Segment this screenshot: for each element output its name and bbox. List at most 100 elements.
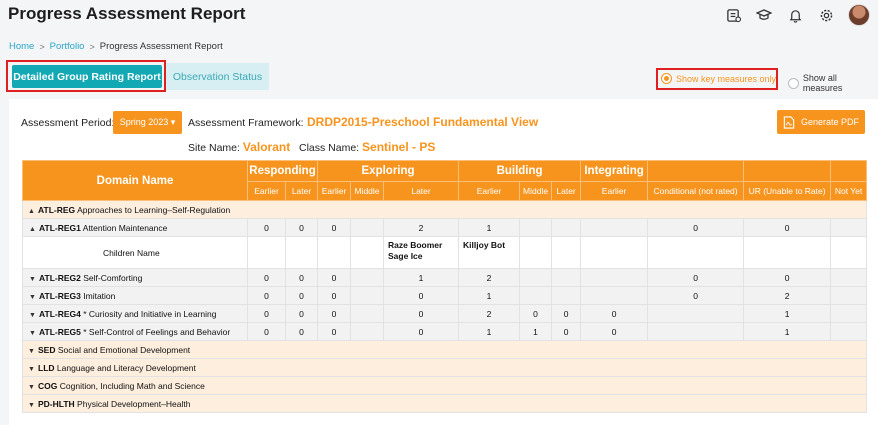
graduation-cap-icon[interactable] — [755, 6, 773, 24]
measure-name-cell[interactable]: ▼ ATL-REG5 * Self-Control of Feelings and… — [22, 322, 248, 341]
breadcrumb-portfolio[interactable]: Portfolio — [50, 41, 85, 52]
rating-cell: 1 — [383, 268, 460, 287]
breadcrumb-home[interactable]: Home — [9, 41, 34, 52]
tab-observation-status[interactable]: Observation Status — [166, 63, 269, 90]
measure-name-cell[interactable]: ▼ ATL-REG2 Self-Comforting — [22, 268, 248, 287]
sub-header: Earlier — [580, 181, 649, 201]
caret-down-icon[interactable]: ▼ — [29, 312, 39, 319]
assessment-framework-label: Assessment Framework: — [188, 117, 304, 129]
measure-name-cell[interactable]: ▼ ATL-REG3 Imitation — [22, 286, 248, 305]
domain-code: ATL-REG — [38, 204, 76, 215]
empty-cell — [519, 236, 553, 269]
rating-cell: 0 — [551, 322, 582, 341]
rating-cell: 1 — [743, 322, 832, 341]
rating-cell — [519, 268, 553, 287]
rating-cell: 1 — [743, 304, 832, 323]
measure-name-cell[interactable]: ▲ ATL-REG1 Attention Maintenance — [22, 218, 248, 237]
measure-title: * Curiosity and Initiative in Learning — [83, 308, 217, 319]
caret-down-icon[interactable]: ▼ — [28, 384, 38, 391]
rating-cell — [647, 322, 745, 341]
domain-cell[interactable]: ▼ SED Social and Emotional Development — [21, 340, 868, 359]
pdf-icon — [783, 115, 795, 129]
domain-cell[interactable]: ▼ LLD Language and Literacy Development — [21, 358, 868, 377]
rating-cell: 1 — [519, 322, 553, 341]
domain-row[interactable]: ▼ SED Social and Emotional Development — [21, 340, 868, 359]
assessment-period-dropdown[interactable]: Spring 2023 ▾ — [113, 111, 182, 134]
measure-row[interactable]: ▼ ATL-REG4 * Curiosity and Initiative in … — [22, 304, 868, 323]
assessment-framework-value: DRDP2015-Preschool Fundamental View — [307, 115, 539, 129]
rating-cell — [350, 304, 385, 323]
rating-cell: 2 — [458, 304, 521, 323]
measure-row[interactable]: ▼ ATL-REG3 Imitation 0 0 0 0 1 0 2 — [22, 286, 868, 305]
rating-cell: 0 — [383, 322, 460, 341]
empty-cell — [551, 236, 582, 269]
measure-row[interactable]: ▼ ATL-REG5 * Self-Control of Feelings and… — [22, 322, 868, 341]
page-title: Progress Assessment Report — [8, 4, 246, 23]
class-name-value: Sentinel - PS — [362, 140, 436, 154]
generate-pdf-button[interactable]: Generate PDF — [777, 110, 865, 134]
measure-title: Imitation — [83, 290, 116, 301]
measure-row[interactable]: ▲ ATL-REG1 Attention Maintenance 0 0 0 2 1 0 0 — [22, 218, 868, 237]
domain-row[interactable]: ▲ ATL-REG Approaches to Learning–Self-Reg… — [21, 200, 868, 219]
domain-cell[interactable]: ▼ PD-HLTH Physical Development–Health — [21, 394, 868, 413]
radio-show-key-measures[interactable]: Show key measures only — [661, 73, 776, 84]
rating-cell — [350, 286, 385, 305]
rating-cell: 0 — [383, 286, 460, 305]
sub-header: Conditional (not rated) — [647, 181, 745, 201]
rating-cell: 0 — [284, 322, 319, 341]
domain-row[interactable]: ▼ LLD Language and Literacy Development — [21, 358, 868, 377]
avatar[interactable] — [848, 4, 870, 26]
rating-cell: 0 — [743, 218, 832, 237]
report-icon[interactable] — [724, 6, 742, 24]
site-class-line: Site Name: Valorant Class Name: Sentinel… — [188, 140, 435, 154]
radio-selected-icon[interactable] — [661, 73, 672, 84]
domain-cell[interactable]: ▼ COG Cognition, Including Math and Scien… — [21, 376, 868, 395]
measure-name-cell[interactable]: ▼ ATL-REG4 * Curiosity and Initiative in … — [22, 304, 248, 323]
rating-cell: 0 — [551, 304, 582, 323]
caret-up-icon[interactable]: ▲ — [28, 208, 38, 215]
radio-show-all-measures[interactable]: Show all measures — [788, 73, 878, 93]
sub-header: Middle — [350, 181, 385, 201]
rating-cell: 0 — [247, 322, 286, 341]
radio-unselected-icon[interactable] — [788, 77, 799, 89]
bell-icon[interactable] — [786, 6, 804, 24]
caret-down-icon[interactable]: ▼ — [28, 348, 38, 355]
caret-down-icon[interactable]: ▼ — [29, 276, 39, 283]
measure-title: * Self-Control of Feelings and Behavior — [83, 326, 231, 337]
measure-code: ATL-REG1 — [39, 222, 81, 233]
domain-cell[interactable]: ▲ ATL-REG Approaches to Learning–Self-Reg… — [21, 200, 868, 219]
caret-down-icon[interactable]: ▼ — [29, 294, 39, 301]
group-header: Exploring — [317, 160, 460, 182]
rating-cell — [519, 286, 553, 305]
rating-cell — [350, 322, 385, 341]
caret-up-icon[interactable]: ▲ — [29, 226, 39, 233]
breadcrumb-current: Progress Assessment Report — [99, 41, 223, 52]
tab-detailed-group-rating[interactable]: Detailed Group Rating Report — [12, 65, 162, 88]
domain-row[interactable]: ▼ COG Cognition, Including Math and Scien… — [21, 376, 868, 395]
empty-cell — [317, 236, 352, 269]
domain-code: SED — [38, 344, 56, 355]
rating-cell: 0 — [317, 322, 352, 341]
measure-row[interactable]: ▼ ATL-REG2 Self-Comforting 0 0 0 1 2 0 0 — [22, 268, 868, 287]
rating-cell: 2 — [458, 268, 521, 287]
rating-cell: 0 — [317, 304, 352, 323]
rating-cell — [647, 304, 745, 323]
gear-icon[interactable] — [817, 6, 835, 24]
measure-code: ATL-REG4 — [39, 308, 81, 319]
sub-header: Earlier — [247, 181, 286, 201]
rating-cell: 0 — [580, 304, 649, 323]
empty-cell — [247, 236, 286, 269]
empty-cell — [350, 236, 385, 269]
caret-down-icon[interactable]: ▼ — [28, 366, 38, 373]
rating-cell: 2 — [383, 218, 460, 237]
assessment-period-label: Assessment Period: — [21, 117, 115, 129]
group-header-blank — [830, 160, 868, 182]
rating-cell — [519, 218, 553, 237]
domain-row[interactable]: ▼ PD-HLTH Physical Development–Health — [21, 394, 868, 413]
domain-title: Physical Development–Health — [77, 398, 191, 409]
rating-cell: 0 — [284, 304, 319, 323]
caret-down-icon[interactable]: ▼ — [29, 330, 39, 337]
rating-cell — [580, 268, 649, 287]
caret-down-icon[interactable]: ▼ — [28, 402, 38, 409]
rating-cell: 0 — [519, 304, 553, 323]
